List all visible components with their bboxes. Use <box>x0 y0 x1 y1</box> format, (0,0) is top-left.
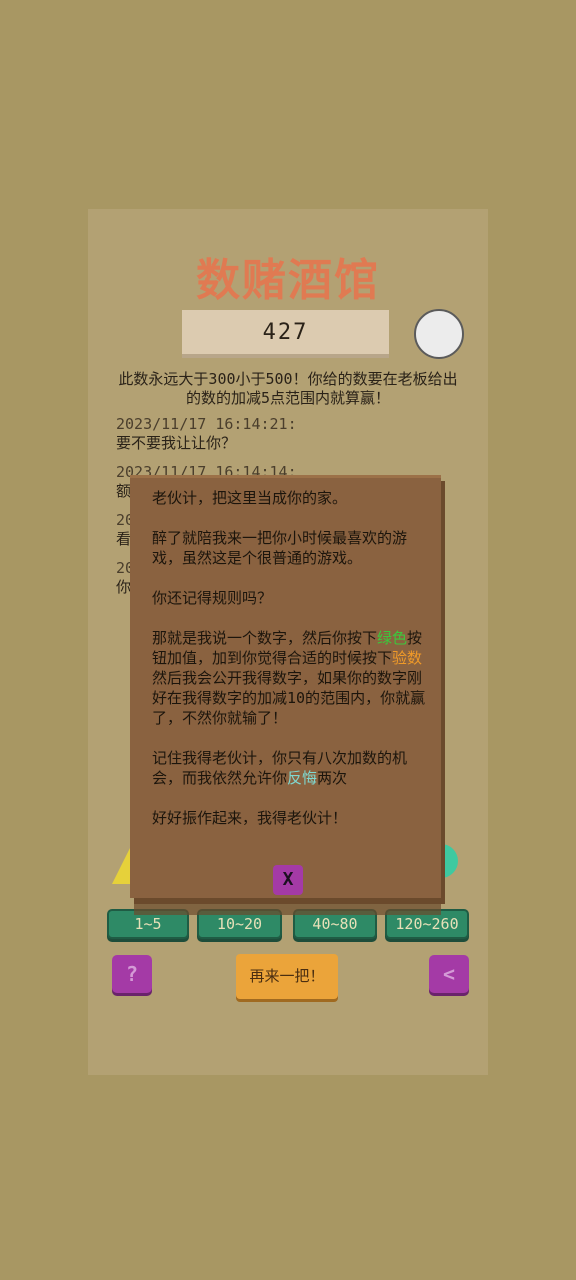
rule-text: 然后我会公开我得数字，如果你的数字刚好在我得数字的加减10的范围内，你就赢了，不… <box>152 669 426 727</box>
star-icon[interactable] <box>112 848 130 884</box>
game-title: 数赌酒馆 <box>196 255 380 306</box>
modal-close-button[interactable]: X <box>273 865 303 895</box>
highlight-teal: 反悔 <box>287 769 318 787</box>
chance-text: 两次 <box>317 769 348 787</box>
highlight-green: 绿色 <box>377 629 408 647</box>
circle-button[interactable] <box>414 309 464 359</box>
modal-paragraph: 老伙计，把这里当成你的家。 <box>152 489 348 507</box>
rule-text: 那就是我说一个数字，然后你按下 <box>152 629 378 647</box>
modal-paragraph-chances: 记住我得老伙计，你只有八次加数的机会，而我依然允许你反悔两次 <box>152 748 428 788</box>
modal-paragraph: 你还记得规则吗？ <box>152 589 273 607</box>
back-button[interactable]: < <box>429 955 469 993</box>
modal-text: 老伙计，把这里当成你的家。 醉了就陪我来一把你小时候最喜欢的游戏，虽然这是个很普… <box>152 488 428 848</box>
rules-modal: 老伙计，把这里当成你的家。 醉了就陪我来一把你小时候最喜欢的游戏，虽然这是个很普… <box>130 475 441 898</box>
retry-button[interactable]: 再来一把！ <box>236 954 338 999</box>
log-timestamp: 2023/11/17 16:14:21: <box>116 415 297 433</box>
number-display: 427 <box>182 310 389 358</box>
chance-text: 记住我得老伙计，你只有八次加数的机会，而我依然允许你 <box>152 749 408 787</box>
help-button[interactable]: ? <box>112 955 152 993</box>
modal-paragraph-rules: 那就是我说一个数字，然后你按下绿色按钮加值，加到你觉得合适的时候按下验数然后我会… <box>152 628 428 728</box>
log-entry: 2023/11/17 16:14:21: 要不要我让让你？ <box>116 415 456 459</box>
modal-paragraph: 好好振作起来，我得老伙计！ <box>152 809 348 827</box>
rules-hint: 此数永远大于300小于500！你给的数要在老板给出的数的加减5点范围内就算赢！ <box>118 370 458 407</box>
highlight-orange: 验数 <box>392 649 423 667</box>
modal-paragraph: 醉了就陪我来一把你小时候最喜欢的游戏，虽然这是个很普通的游戏。 <box>152 529 408 567</box>
log-message: 要不要我让让你？ <box>116 434 237 452</box>
modal-shadow <box>134 895 441 915</box>
